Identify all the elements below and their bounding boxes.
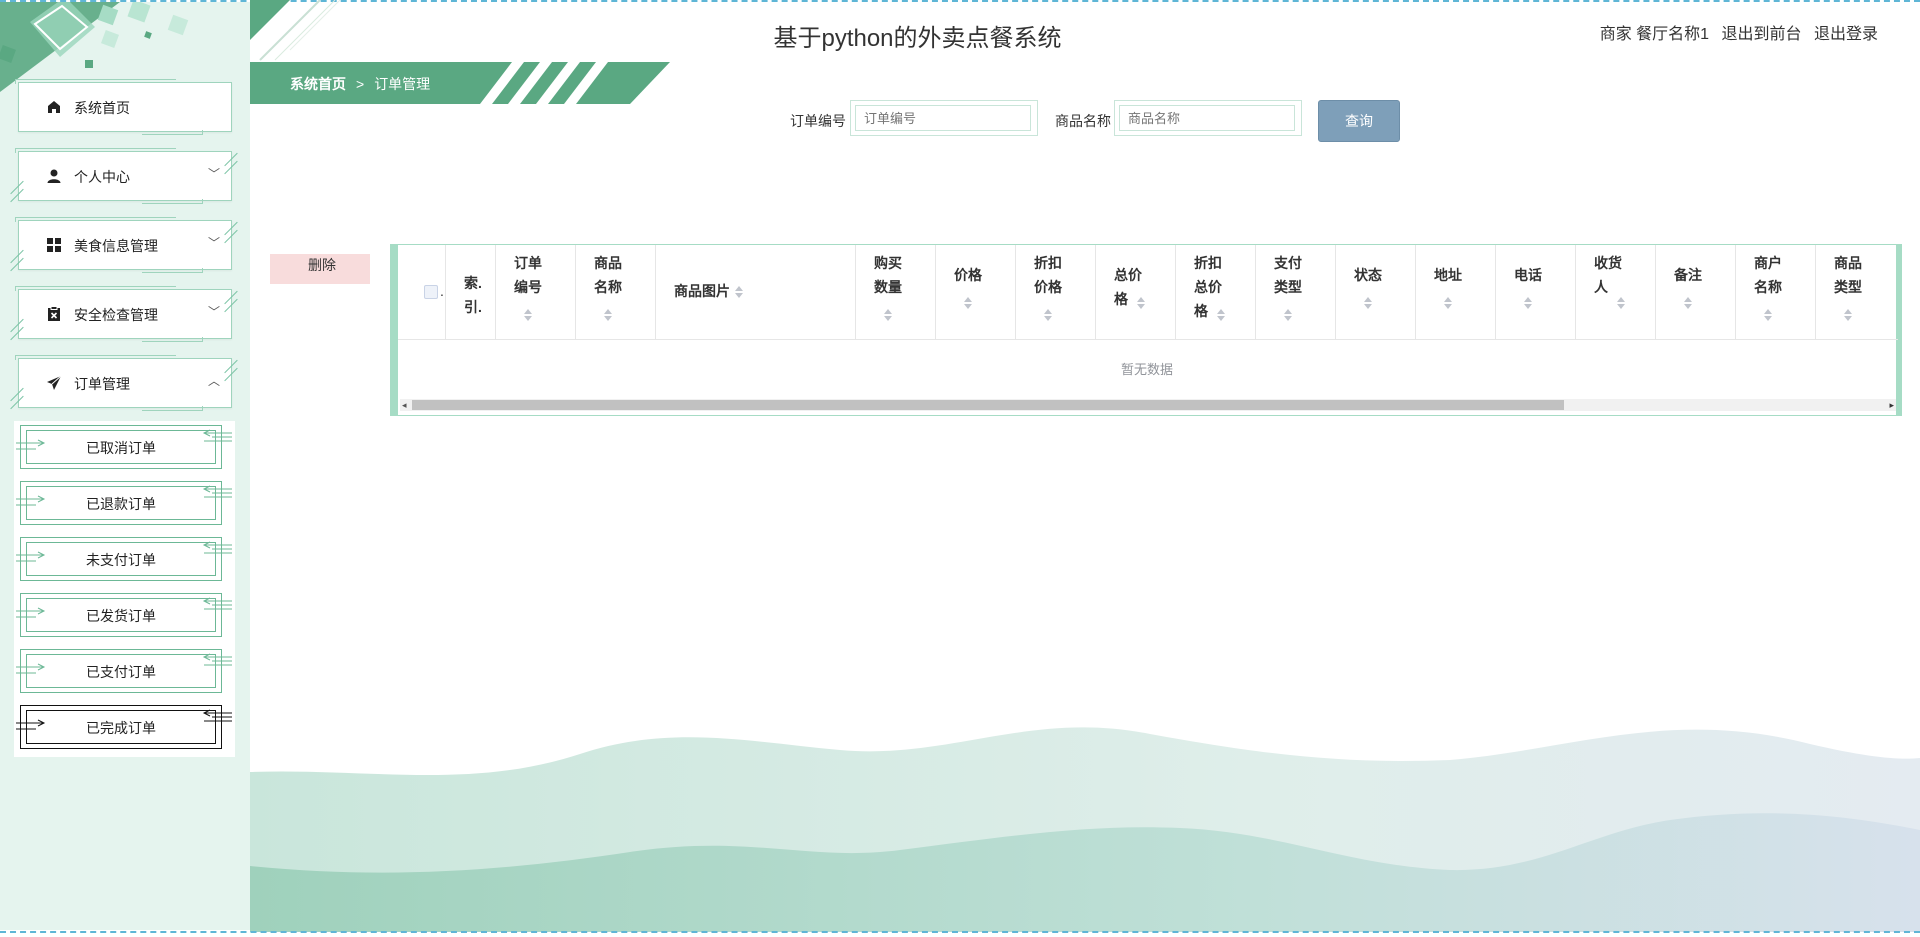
sort-icon[interactable] bbox=[883, 309, 893, 321]
sidebar-item-label: 个人中心 bbox=[74, 169, 130, 185]
user-icon bbox=[46, 168, 62, 184]
breadcrumb-current: 订单管理 bbox=[374, 76, 431, 92]
column-header[interactable]: 商户名称 bbox=[1736, 245, 1816, 339]
column-header[interactable]: 折扣价格 bbox=[1016, 245, 1096, 339]
column-header[interactable]: 总价格 bbox=[1096, 245, 1176, 339]
logout-link[interactable]: 退出登录 bbox=[1814, 26, 1878, 43]
horizontal-scrollbar[interactable]: ◂ ▸ bbox=[400, 399, 1896, 411]
sort-icon[interactable] bbox=[1843, 309, 1853, 321]
chevron-up-icon: ︿ bbox=[207, 374, 220, 388]
app-title: 基于python的外卖点餐系统 bbox=[773, 25, 1062, 52]
column-header[interactable]: 订单编号 bbox=[496, 245, 576, 339]
sidebar-item-orders[interactable]: 订单管理 ︿ bbox=[10, 355, 238, 411]
exit-to-front-link[interactable]: 退出到前台 bbox=[1722, 26, 1802, 43]
sidebar-item-profile[interactable]: 个人中心 ﹀ bbox=[10, 148, 238, 204]
column-header[interactable]: 商品名称 bbox=[576, 245, 656, 339]
column-header[interactable]: 价格 bbox=[936, 245, 1016, 339]
column-header[interactable]: 状态 bbox=[1336, 245, 1416, 339]
sort-icon[interactable] bbox=[603, 309, 613, 321]
submenu-item-paid[interactable]: 已支付订单 bbox=[16, 649, 232, 693]
column-header[interactable]: 购买数量 bbox=[856, 245, 936, 339]
order-no-input[interactable] bbox=[855, 105, 1031, 131]
user-menu: 商家 餐厅名称1 退出到前台 退出登录 bbox=[1592, 20, 1878, 44]
select-all-column: . bbox=[398, 245, 446, 339]
sort-icon[interactable] bbox=[1523, 297, 1533, 309]
breadcrumb-bar: 系统首页 > 订单管理 bbox=[250, 62, 670, 104]
sidebar-item-home[interactable]: 系统首页 bbox=[15, 79, 232, 135]
submenu-item-shipped[interactable]: 已发货订单 bbox=[16, 593, 232, 637]
background-waves bbox=[250, 727, 1920, 932]
breadcrumb: 系统首页 > 订单管理 bbox=[290, 74, 430, 94]
product-name-label: 商品名称 bbox=[1055, 113, 1111, 129]
sort-icon[interactable] bbox=[1763, 309, 1773, 321]
sort-icon[interactable] bbox=[1136, 297, 1146, 309]
sort-icon[interactable] bbox=[1283, 309, 1293, 321]
query-button[interactable]: 查询 bbox=[1318, 100, 1400, 142]
send-icon bbox=[46, 375, 62, 391]
sort-icon[interactable] bbox=[1043, 309, 1053, 321]
user-role-name: 商家 餐厅名称1 bbox=[1599, 26, 1710, 43]
home-icon bbox=[46, 99, 62, 115]
chevron-down-icon: ﹀ bbox=[207, 236, 220, 250]
chevron-down-icon: ﹀ bbox=[207, 167, 220, 181]
column-header[interactable]: 折扣总价格 bbox=[1176, 245, 1256, 339]
index-column-header: 索.引. bbox=[446, 245, 496, 339]
sort-icon[interactable] bbox=[523, 309, 533, 321]
sidebar-item-food[interactable]: 美食信息管理 ﹀ bbox=[10, 217, 238, 273]
sort-icon[interactable] bbox=[1616, 297, 1626, 309]
scrollbar-thumb[interactable] bbox=[412, 400, 1564, 410]
bottom-dashed-border bbox=[0, 931, 1920, 933]
column-header[interactable]: 商品类型 bbox=[1816, 245, 1896, 339]
sort-icon[interactable] bbox=[1216, 309, 1226, 321]
column-header[interactable]: 电话 bbox=[1496, 245, 1576, 339]
column-header[interactable]: 支付类型 bbox=[1256, 245, 1336, 339]
submenu-item-unpaid[interactable]: 未支付订单 bbox=[16, 537, 232, 581]
submenu-item-completed[interactable]: 已完成订单 bbox=[16, 705, 232, 749]
breadcrumb-separator: > bbox=[356, 76, 365, 92]
product-name-field-frame bbox=[1114, 100, 1302, 136]
order-no-field-frame bbox=[850, 100, 1038, 136]
delete-button-label: 删除 bbox=[308, 257, 336, 273]
submenu-item-cancelled[interactable]: 已取消订单 bbox=[16, 425, 232, 469]
order-no-label: 订单编号 bbox=[790, 113, 846, 129]
chevron-down-icon: ﹀ bbox=[207, 305, 220, 319]
delete-button[interactable]: 删除 bbox=[270, 254, 370, 284]
empty-state-text: 暂无数据 bbox=[1120, 362, 1173, 377]
scroll-left-icon[interactable]: ◂ bbox=[402, 400, 407, 411]
sidebar-item-label: 订单管理 bbox=[74, 376, 130, 392]
table-header: . 索.引. 订单编号 商品名称 商品图片 购买数量 价格 折扣价格 总价格 折… bbox=[398, 245, 1898, 340]
sort-icon[interactable] bbox=[1683, 297, 1693, 309]
column-header[interactable]: 地址 bbox=[1416, 245, 1496, 339]
column-header[interactable]: 收货人 bbox=[1576, 245, 1656, 339]
select-all-checkbox[interactable] bbox=[424, 285, 438, 299]
breadcrumb-home[interactable]: 系统首页 bbox=[290, 76, 346, 92]
product-name-input[interactable] bbox=[1119, 105, 1295, 131]
column-header[interactable]: 备注 bbox=[1656, 245, 1736, 339]
main-content: 基于python的外卖点餐系统 商家 餐厅名称1 退出到前台 退出登录 系统首页… bbox=[250, 0, 1920, 932]
sidebar-item-label: 系统首页 bbox=[74, 100, 130, 116]
sidebar-item-safety[interactable]: 安全检查管理 ﹀ bbox=[10, 286, 238, 342]
scroll-right-icon[interactable]: ▸ bbox=[1889, 400, 1894, 411]
sort-icon[interactable] bbox=[1363, 297, 1373, 309]
sidebar-item-label: 安全检查管理 bbox=[74, 307, 158, 323]
grid-icon bbox=[46, 237, 62, 253]
sort-icon[interactable] bbox=[1443, 297, 1453, 309]
orders-submenu: 已取消订单 已退款订单 未支付订单 已发货订单 已支付订单 已完成订单 bbox=[14, 421, 235, 757]
clipboard-icon bbox=[46, 306, 62, 322]
submenu-item-refunded[interactable]: 已退款订单 bbox=[16, 481, 232, 525]
sort-icon[interactable] bbox=[963, 297, 973, 309]
sidebar: 系统首页 个人中心 ﹀ 美食信息管理 ﹀ 安全检查管理 ﹀ 订单管理 ︿ 已取消… bbox=[0, 2, 250, 930]
orders-table: . 索.引. 订单编号 商品名称 商品图片 购买数量 价格 折扣价格 总价格 折… bbox=[390, 244, 1902, 416]
column-header[interactable]: 商品图片 bbox=[656, 245, 856, 339]
sort-icon[interactable] bbox=[734, 286, 744, 299]
sidebar-item-label: 美食信息管理 bbox=[74, 238, 158, 254]
